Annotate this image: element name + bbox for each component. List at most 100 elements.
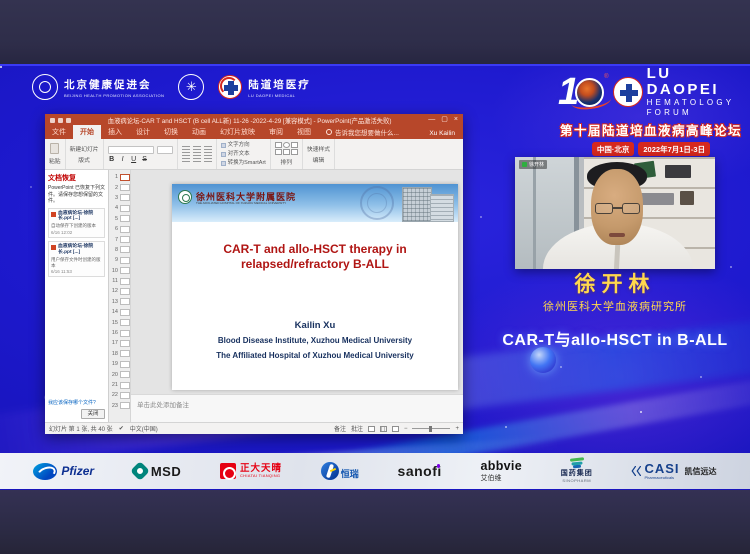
new-slide-button[interactable]: 新建幻灯片 [70,144,99,153]
slide-thumbnail[interactable]: 12 [109,286,130,296]
slide-thumbnail[interactable]: 1 [109,172,130,182]
decor-stars [0,66,2,68]
tab-审阅[interactable]: 审阅 [262,125,290,140]
slide-thumbnail[interactable]: 14 [109,307,130,317]
tell-me-box[interactable]: 告诉我您想要做什么... [326,127,399,140]
align-text-button[interactable]: 对齐文本 [221,151,266,158]
talk-title: CAR-T与allo-HSCT in B-ALL [490,326,740,350]
slide-thumbnail[interactable]: 10 [109,266,130,276]
normal-view-icon[interactable] [368,426,375,432]
speaker-video-frame: 徐开林 [515,157,715,269]
slide-thumbnail[interactable]: 18 [109,349,130,359]
underline-button[interactable]: U [130,156,138,163]
zoom-out-button[interactable]: − [404,426,408,432]
shapes-gallery[interactable] [275,142,298,155]
slide-thumbnail[interactable]: 17 [109,338,130,348]
abbvie-subtitle: 艾伯维 [481,475,522,483]
slide-thumbnail[interactable]: 19 [109,359,130,369]
slide-thumbnail-preview [120,236,130,243]
align-center-icon[interactable] [193,155,201,162]
slide-thumbnail[interactable]: 8 [109,245,130,255]
smartart-button[interactable]: 转换为SmartArt [221,160,266,167]
bullet-list-icon[interactable] [182,146,190,153]
layout-button[interactable]: 版式 [70,155,99,164]
minimize-button[interactable]: — [428,115,435,125]
slide-thumbnail-preview [120,382,130,389]
tab-切换[interactable]: 切换 [157,125,185,140]
text-direction-button[interactable]: 文字方向 [221,142,266,149]
paste-icon[interactable] [50,143,59,154]
maximize-button[interactable]: ▢ [441,115,448,125]
recovery-close-button[interactable]: 关闭 [81,409,105,419]
align-left-icon[interactable] [182,155,190,162]
save-icon[interactable] [58,118,63,123]
slide-thumbnail[interactable]: 20 [109,369,130,379]
slide-thumbnail[interactable]: 15 [109,317,130,327]
slide-thumbnail[interactable]: 7 [109,234,130,244]
notes-pane[interactable]: 单击此处添加备注 [131,394,463,422]
tab-视图[interactable]: 视图 [290,125,318,140]
notes-toggle-button[interactable]: 备注 [334,424,346,433]
tab-文件[interactable]: 文件 [45,125,73,140]
paragraph-group [178,139,217,169]
slide-header-banner: 徐州医科大学附属医院 THE AFFILIATED HOSPITAL OF XU… [172,184,458,222]
spellcheck-icon[interactable]: ✔ [119,425,124,432]
slide-thumbnail-number: 12 [111,288,118,294]
casi-logo-icon [631,465,641,477]
recovered-file-item[interactable]: 血液病论坛-徐院长.ppt [...]用户保存文件时创建的版本6/16 11:5… [48,241,105,277]
bold-button[interactable]: B [108,156,116,163]
slide-thumbnail[interactable]: 4 [109,203,130,213]
org-ludaopei-medical: 陆道培医疗 LU DAOPEI MEDICAL [218,75,311,99]
paste-label[interactable]: 粘贴 [49,156,61,165]
quick-access-toolbar[interactable] [50,118,71,123]
account-name[interactable]: Xu Kailin [429,130,455,140]
tab-开始[interactable]: 开始 [73,125,101,140]
indent-icon[interactable] [204,146,212,153]
forum-date-row: 中国·北京 2022年7月1日-3日 [558,142,744,156]
tab-插入[interactable]: 插入 [101,125,129,140]
recovered-file-item[interactable]: 血液病论坛-徐院长.ppt [...]自动保存下创建的版本6/16 12:02 [48,208,105,239]
tab-动画[interactable]: 动画 [185,125,213,140]
video-badge-name: 徐开林 [529,161,544,168]
edit-group-label[interactable]: 编辑 [307,155,330,164]
font-size-combobox[interactable] [157,146,173,154]
arrange-button[interactable]: 排列 [275,157,298,166]
slide-thumbnail[interactable]: 16 [109,328,130,338]
recovery-help-link[interactable]: 我应该保存哪个文件? [48,399,105,406]
ppt-tab-bar: 文件开始插入设计切换动画幻灯片放映审阅视图 告诉我您想要做什么... Xu Ka… [45,126,463,139]
recovery-file-list: 血液病论坛-徐院长.ppt [...]自动保存下创建的版本6/16 12:02血… [48,205,105,278]
numbered-list-icon[interactable] [193,146,201,153]
slide-thumbnail[interactable]: 11 [109,276,130,286]
sanofi-dot-icon [437,464,441,468]
slide-thumbnail-preview [120,257,130,264]
reading-view-icon[interactable] [392,426,399,432]
font-name-combobox[interactable] [108,146,154,154]
tab-设计[interactable]: 设计 [129,125,157,140]
close-button[interactable]: × [454,115,458,125]
language-indicator[interactable]: 中文(中国) [130,424,158,433]
recovered-file-desc: 用户保存文件时创建的版本 [51,257,102,268]
slide-thumbnail[interactable]: 9 [109,255,130,265]
slide-thumbnail[interactable]: 5 [109,214,130,224]
slide-thumbnail[interactable]: 3 [109,193,130,203]
align-right-icon[interactable] [204,155,212,162]
slide-thumbnail[interactable]: 21 [109,380,130,390]
italic-button[interactable]: I [119,156,127,163]
slide-thumbnail[interactable]: 23 [109,401,130,411]
slide-thumbnail[interactable]: 6 [109,224,130,234]
zoom-in-button[interactable]: + [455,426,459,432]
slide-canvas[interactable]: 徐州医科大学附属医院 THE AFFILIATED HOSPITAL OF XU… [172,184,458,390]
strikethrough-button[interactable]: S [141,156,149,163]
zoom-slider-thumb[interactable] [429,426,432,432]
slide-thumbnail[interactable]: 22 [109,390,130,400]
slide-thumbnail-preview [120,340,130,347]
tab-幻灯片放映[interactable]: 幻灯片放映 [213,125,262,140]
slide-thumbnail-panel[interactable]: 1234567891011121314151617181920212223 [109,170,131,422]
undo-icon[interactable] [50,118,55,123]
quick-styles-button[interactable]: 快速样式 [307,144,330,153]
zoom-slider[interactable] [412,428,450,429]
slide-thumbnail[interactable]: 13 [109,297,130,307]
slide-sorter-view-icon[interactable] [380,426,387,432]
comments-toggle-button[interactable]: 批注 [351,424,363,433]
slide-thumbnail[interactable]: 2 [109,182,130,192]
